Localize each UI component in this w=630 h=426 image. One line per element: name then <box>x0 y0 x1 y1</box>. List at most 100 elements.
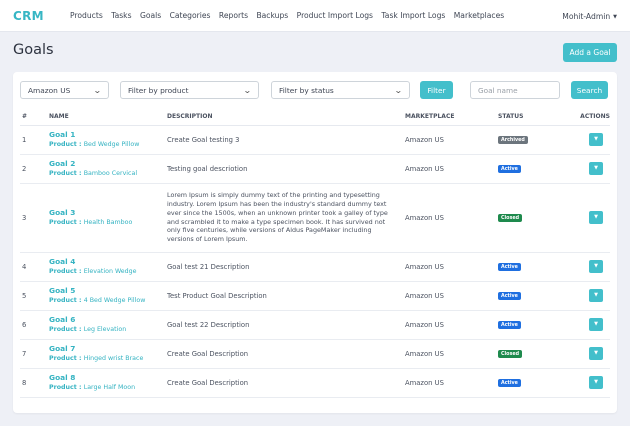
goal-title-link[interactable]: Goal 6 <box>49 315 167 325</box>
goal-name-cell: Goal 8 Product : Large Half Moon <box>49 368 167 398</box>
nav-goals[interactable]: Goals <box>140 11 161 20</box>
top-navbar: CRM Products Tasks Goals Categories Repo… <box>0 0 630 32</box>
column-header-actions: ACTIONS <box>563 108 610 126</box>
goal-title-link[interactable]: Goal 1 <box>49 130 167 140</box>
status-badge: Active <box>498 292 521 301</box>
goal-marketplace: Amazon US <box>405 125 498 155</box>
status-cell: Active <box>498 368 563 398</box>
goal-title-link[interactable]: Goal 2 <box>49 159 167 169</box>
product-label: Product : <box>49 219 84 226</box>
actions-cell: ▼ <box>563 183 610 253</box>
nav-reports[interactable]: Reports <box>219 11 248 20</box>
nav-links: Products Tasks Goals Categories Reports … <box>70 11 513 20</box>
caret-down-icon: ▼ <box>594 292 598 298</box>
nav-task-import-logs[interactable]: Task Import Logs <box>381 11 445 20</box>
page-title: Goals <box>13 42 54 58</box>
table-row: 3 Goal 3 Product : Health Bamboo Lorem Ipsu… <box>20 183 610 253</box>
goal-product: Product : 4 Bed Wedge Pillow <box>49 296 167 305</box>
product-name: Elevation Wedge <box>83 268 137 275</box>
actions-cell: ▼ <box>563 154 610 184</box>
table-row: 7 Goal 7 Product : Hinged wrist Brace Creat… <box>20 339 610 369</box>
product-name: Bed Wedge Pillow <box>83 141 140 148</box>
goal-marketplace: Amazon US <box>405 310 498 340</box>
product-name: 4 Bed Wedge Pillow <box>83 297 146 304</box>
table-row: 8 Goal 8 Product : Large Half Moon Create G… <box>20 368 610 398</box>
table-row: 4 Goal 4 Product : Elevation Wedge Goal tes… <box>20 252 610 282</box>
row-number: 6 <box>20 310 49 340</box>
goal-description: Lorem Ipsum is simply dummy text of the … <box>167 183 405 253</box>
status-cell: Archived <box>498 125 563 155</box>
goal-product: Product : Health Bamboo <box>49 218 167 227</box>
row-number: 1 <box>20 125 49 155</box>
nav-categories[interactable]: Categories <box>170 11 211 20</box>
nav-tasks[interactable]: Tasks <box>111 11 131 20</box>
column-header-number: # <box>20 108 49 126</box>
goal-title-link[interactable]: Goal 5 <box>49 286 167 296</box>
goals-table: # NAME DESCRIPTION MARKETPLACE STATUS AC… <box>20 108 610 398</box>
goal-title-link[interactable]: Goal 3 <box>49 208 167 218</box>
product-filter-select[interactable]: Filter by product ⌄ <box>120 81 259 99</box>
caret-down-icon: ▼ <box>594 321 598 327</box>
status-badge: Active <box>498 321 521 330</box>
status-badge: Active <box>498 263 521 272</box>
actions-dropdown-button[interactable]: ▼ <box>589 260 603 273</box>
product-label: Product : <box>49 384 84 391</box>
table-row: 5 Goal 5 Product : 4 Bed Wedge Pillow Test … <box>20 281 610 311</box>
status-filter-select[interactable]: Filter by status ⌄ <box>271 81 410 99</box>
actions-dropdown-button[interactable]: ▼ <box>589 318 603 331</box>
product-name: Leg Elevation <box>83 326 127 333</box>
goal-name-cell: Goal 6 Product : Leg Elevation <box>49 310 167 340</box>
actions-cell: ▼ <box>563 310 610 340</box>
actions-dropdown-button[interactable]: ▼ <box>589 162 603 175</box>
row-number: 2 <box>20 154 49 184</box>
status-badge: Closed <box>498 214 523 223</box>
status-filter-value: Filter by status <box>279 85 334 95</box>
product-label: Product : <box>49 141 84 148</box>
goal-marketplace: Amazon US <box>405 252 498 282</box>
goal-description: Create Goal Description <box>167 368 405 398</box>
brand-logo[interactable]: CRM <box>13 9 70 23</box>
nav-product-import-logs[interactable]: Product Import Logs <box>297 11 373 20</box>
actions-cell: ▼ <box>563 339 610 369</box>
actions-dropdown-button[interactable]: ▼ <box>589 211 603 224</box>
goal-description: Test Product Goal Description <box>167 281 405 311</box>
actions-dropdown-button[interactable]: ▼ <box>589 289 603 302</box>
table-row: 2 Goal 2 Product : Bamboo Cervical Testing … <box>20 154 610 184</box>
search-button[interactable]: Search <box>571 81 608 99</box>
status-cell: Active <box>498 154 563 184</box>
goal-title-link[interactable]: Goal 4 <box>49 257 167 267</box>
actions-dropdown-button[interactable]: ▼ <box>589 347 603 360</box>
table-row: 1 Goal 1 Product : Bed Wedge Pillow Create … <box>20 125 610 155</box>
product-name: Hinged wrist Brace <box>83 355 144 362</box>
row-number: 3 <box>20 183 49 253</box>
goal-marketplace: Amazon US <box>405 183 498 253</box>
goal-name-cell: Goal 5 Product : 4 Bed Wedge Pillow <box>49 281 167 311</box>
status-cell: Closed <box>498 339 563 369</box>
user-name: Mohit-Admin <box>562 12 611 21</box>
actions-dropdown-button[interactable]: ▼ <box>589 376 603 389</box>
goal-description: Testing goal descriotion <box>167 154 405 184</box>
table-header-row: # NAME DESCRIPTION MARKETPLACE STATUS AC… <box>20 108 610 126</box>
add-goal-button[interactable]: Add a Goal <box>563 43 617 62</box>
goal-product: Product : Elevation Wedge <box>49 267 167 276</box>
caret-down-icon: ▼ <box>594 379 598 385</box>
actions-cell: ▼ <box>563 368 610 398</box>
chevron-down-icon: ⌄ <box>243 85 253 95</box>
status-badge: Active <box>498 165 521 174</box>
goal-title-link[interactable]: Goal 7 <box>49 344 167 354</box>
filter-button[interactable]: Filter <box>420 81 453 99</box>
status-badge: Active <box>498 379 521 388</box>
user-menu[interactable]: Mohit-Admin ▼ <box>562 12 617 21</box>
product-name: Health Bamboo <box>83 219 133 226</box>
row-number: 7 <box>20 339 49 369</box>
product-label: Product : <box>49 170 84 177</box>
actions-dropdown-button[interactable]: ▼ <box>589 133 603 146</box>
actions-cell: ▼ <box>563 252 610 282</box>
nav-products[interactable]: Products <box>70 11 103 20</box>
nav-backups[interactable]: Backups <box>256 11 288 20</box>
row-number: 8 <box>20 368 49 398</box>
marketplace-select[interactable]: Amazon US ⌄ <box>20 81 109 99</box>
nav-marketplaces[interactable]: Marketplaces <box>454 11 505 20</box>
goal-name-input[interactable] <box>470 81 560 99</box>
goal-title-link[interactable]: Goal 8 <box>49 373 167 383</box>
